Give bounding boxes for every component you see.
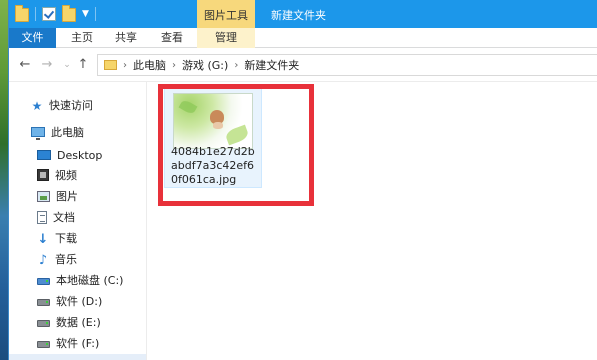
drive-icon [37, 299, 50, 306]
sidebar-item-quick-access[interactable]: ★ 快速访问 [31, 95, 93, 115]
window-title: 新建文件夹 [271, 9, 326, 22]
file-list-pane: 4084b1e27d2babdf7a3c42ef60f061ca.jpg [148, 82, 597, 360]
picture-icon [37, 190, 50, 202]
sidebar-item-documents[interactable]: 文档 [37, 207, 75, 227]
breadcrumb-new-folder[interactable]: 新建文件夹 [244, 57, 299, 73]
sidebar-item-label: 软件 (D:) [56, 295, 103, 308]
drive-icon [37, 341, 50, 348]
tab-manage[interactable]: 管理 [197, 28, 255, 48]
address-bar[interactable]: › 此电脑 › 游戏 (G:) › 新建文件夹 [97, 54, 597, 76]
breadcrumb-drive-g[interactable]: 游戏 (G:) [182, 57, 228, 73]
recent-locations-icon[interactable]: ⌄ [59, 60, 75, 70]
navigation-pane: ★ 快速访问 此电脑 Desktop 视频 图片 文档 ↓ 下载 ♪ 音乐 本地… [9, 82, 147, 360]
chevron-right-icon[interactable]: › [234, 60, 238, 71]
music-note-icon: ♪ [38, 253, 48, 268]
tab-view[interactable]: 查看 [154, 28, 190, 48]
navigation-bar: ← → ⌄ ↑ › 此电脑 › 游戏 (G:) › 新建文件夹 [9, 48, 597, 82]
sidebar-item-desktop[interactable]: Desktop [37, 145, 102, 165]
system-drive-icon [37, 278, 50, 285]
toolbar-divider [94, 7, 96, 21]
sidebar-item-label: 视频 [55, 169, 77, 182]
sidebar-item-label: 下载 [55, 232, 77, 245]
sidebar-item-pictures[interactable]: 图片 [37, 186, 78, 206]
desktop-icon [37, 150, 51, 160]
sidebar-item-this-pc[interactable]: 此电脑 [31, 122, 84, 142]
tab-file[interactable]: 文件 [9, 28, 56, 48]
sidebar-item-drive-d[interactable]: 软件 (D:) [37, 291, 102, 311]
document-icon [37, 210, 47, 224]
sidebar-item-drive-f[interactable]: 软件 (F:) [37, 333, 99, 353]
chevron-right-icon[interactable]: › [123, 60, 127, 71]
context-tab-label: 图片工具 [204, 9, 248, 22]
sidebar-item-drive-c[interactable]: 本地磁盘 (C:) [37, 270, 123, 290]
red-highlight-box [158, 84, 314, 206]
computer-icon [31, 127, 45, 140]
ribbon-tabs: 文件 主页 共享 查看 管理 [9, 28, 597, 48]
sidebar-item-label: 软件 (F:) [56, 337, 100, 350]
quick-access-toolbar: ▼ [15, 5, 96, 22]
file-explorer-window: ▼ 图片工具 新建文件夹 文件 主页 共享 查看 管理 ← → ⌄ ↑ › 此电… [8, 0, 597, 360]
toolbar-divider [35, 7, 36, 21]
sidebar-item-label: 文档 [53, 211, 75, 224]
back-arrow-icon[interactable]: ← [17, 57, 33, 72]
sidebar-item-label: 音乐 [55, 253, 77, 266]
drive-icon [37, 320, 50, 327]
sidebar-item-label: 本地磁盘 (C:) [56, 274, 124, 287]
sidebar-item-videos[interactable]: 视频 [37, 165, 77, 185]
customize-toolbar-arrow-icon[interactable]: ▼ [82, 9, 89, 19]
sidebar-item-label: 数据 (E:) [56, 316, 101, 329]
up-arrow-icon[interactable]: ↑ [75, 57, 91, 72]
sidebar-item-label: 图片 [56, 190, 78, 203]
breadcrumb-this-pc[interactable]: 此电脑 [133, 57, 166, 73]
sidebar-item-drive-g[interactable] [9, 354, 146, 360]
folder-icon [104, 60, 117, 70]
star-icon: ★ [31, 99, 43, 113]
sidebar-item-music[interactable]: ♪ 音乐 [37, 249, 77, 269]
new-folder-icon[interactable] [62, 5, 76, 22]
sidebar-item-label: Desktop [57, 148, 103, 162]
tab-share[interactable]: 共享 [108, 28, 144, 48]
picture-tools-context-header: 图片工具 [197, 0, 255, 28]
title-bar: ▼ 图片工具 新建文件夹 [9, 0, 597, 28]
sidebar-item-label: 此电脑 [51, 126, 84, 139]
sidebar-item-drive-e[interactable]: 数据 (E:) [37, 312, 101, 332]
forward-arrow-icon[interactable]: → [39, 57, 55, 72]
chevron-right-icon[interactable]: › [172, 60, 176, 71]
properties-icon[interactable] [42, 7, 56, 21]
sidebar-item-downloads[interactable]: ↓ 下载 [37, 228, 77, 248]
video-icon [37, 169, 49, 181]
sidebar-item-label: 快速访问 [49, 99, 93, 112]
folder-icon[interactable] [15, 5, 29, 22]
tab-home[interactable]: 主页 [64, 28, 100, 48]
download-arrow-icon: ↓ [37, 232, 49, 247]
